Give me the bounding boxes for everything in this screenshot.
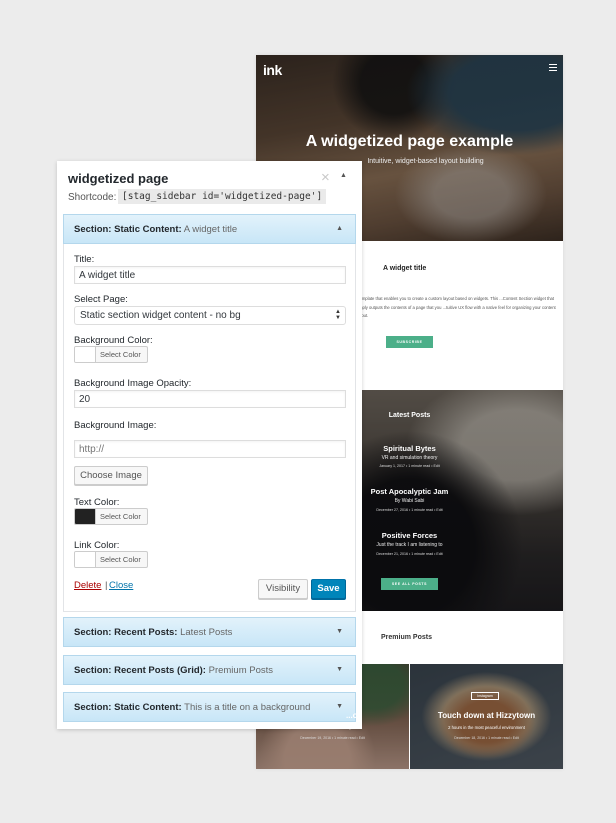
section-static-content-header[interactable]: Section: Static Content: A widget title … [63,214,356,244]
expand-arrow-icon[interactable]: ▼ [336,666,343,673]
site-logo[interactable]: ink [263,62,282,78]
section-recent-posts-header[interactable]: Section: Recent Posts: Latest Posts ▼ [63,617,356,647]
grid-post-subtitle: 2 hours in the most peaceful environment [448,725,525,730]
section-name: A widget title [183,224,238,235]
select-color-label: Select Color [100,512,141,521]
grid-post-title[interactable]: ...on [346,711,409,720]
bg-image-opacity-input[interactable] [74,390,346,408]
bg-image-opacity-label: Background Image Opacity: [74,378,192,389]
shortcode-label: Shortcode: [68,192,117,203]
latest-posts-heading: Latest Posts [388,412,431,419]
post-subtitle: VR and simulation theory [381,455,438,461]
hero-subtitle: Intuitive, widget-based layout building [367,158,484,165]
select-color-label: Select Color [100,350,141,359]
section-recent-posts-grid-header[interactable]: Section: Recent Posts (Grid): Premium Po… [63,655,356,685]
select-color-label: Select Color [100,555,141,564]
section-name: This is a title on a background [184,702,311,713]
panel-title: widgetized page [68,171,169,186]
subscribe-button[interactable]: SUBSCRIBE [386,336,433,348]
post-title[interactable]: Positive Forces [256,531,563,540]
post-subtitle: By Wabi Sabi [394,498,425,504]
select-page-dropdown[interactable]: Static section widget content - no bg ▲ ▼ [74,306,346,325]
premium-posts-heading: Premium Posts [381,634,432,641]
choose-image-button[interactable]: Choose Image [74,466,148,485]
shortcode-value: [stag_sidebar id='widgetized-page'] [118,189,327,204]
post-title[interactable]: Post Apocalyptic Jam [256,487,563,496]
bg-image-label: Background Image: [74,420,157,431]
link-separator: | [105,580,108,591]
color-swatch [75,509,96,524]
section-form: Title: Select Page: Static section widge… [63,244,356,612]
grid-post-tag[interactable]: Instagram [471,692,499,700]
section-type: Section: Recent Posts: [74,627,178,638]
expand-arrow-icon[interactable]: ▼ [336,628,343,635]
see-all-posts-button[interactable]: SEE ALL POSTS [381,578,438,590]
hamburger-menu-icon[interactable] [549,64,557,71]
text-color-picker[interactable]: Select Color [74,508,148,525]
select-page-value: Static section widget content - no bg [80,310,241,321]
grid-post-title[interactable]: Touch down at Hizzytown [410,711,563,720]
expand-arrow-icon[interactable]: ▼ [336,703,343,710]
section-name: Latest Posts [180,627,233,638]
title-label: Title: [74,254,95,265]
link-color-label: Link Color: [74,540,120,551]
widget-text: ...emplate that enables you to create a … [356,296,556,318]
select-page-label: Select Page: [74,294,128,305]
widget-title: A widget title [383,265,427,272]
grid-post-subtitle: ...post [346,725,358,730]
text-color-label: Text Color: [74,497,120,508]
section-type: Section: Static Content: [74,224,182,235]
visibility-button[interactable]: Visibility [258,579,308,599]
grid-post-card[interactable]: Instagram Touch down at Hizzytown 2 hour… [410,664,563,769]
section-type: Section: Static Content: [74,702,182,713]
collapse-arrow-icon[interactable]: ▲ [340,172,347,179]
post-meta: December 27, 2016 • 1 minute read • Edit [376,508,443,512]
background-color-picker[interactable]: Select Color [74,346,148,363]
post-meta: December 21, 2016 • 1 minute read • Edit [376,552,443,556]
post-title[interactable]: Spiritual Bytes [256,444,563,453]
hero-title: A widgetized page example [305,133,514,150]
post-subtitle: Just the track I am listening to [376,542,443,548]
title-input[interactable] [74,266,346,284]
link-color-picker[interactable]: Select Color [74,551,148,568]
post-meta: January 1, 2017 • 1 minute read • Edit [379,464,440,468]
grid-post-meta: December 19, 2016 • 1 minute read • Edit [300,736,365,740]
section-name: Premium Posts [208,665,274,676]
section-static-content-bg-header[interactable]: Section: Static Content: This is a title… [63,692,356,722]
dropdown-updown-icon: ▲ ▼ [335,309,341,321]
color-swatch [75,552,96,567]
save-button[interactable]: Save [311,579,346,599]
color-swatch [75,347,96,362]
section-type: Section: Recent Posts (Grid): [74,665,206,676]
grid-post-meta: December 18, 2016 • 1 minute read • Edit [454,736,519,740]
close-link[interactable]: Close [109,580,133,591]
close-icon[interactable]: × [321,170,330,185]
background-color-label: Background Color: [74,335,153,346]
collapse-arrow-icon[interactable]: ▲ [336,225,343,232]
delete-link[interactable]: Delete [74,580,101,591]
